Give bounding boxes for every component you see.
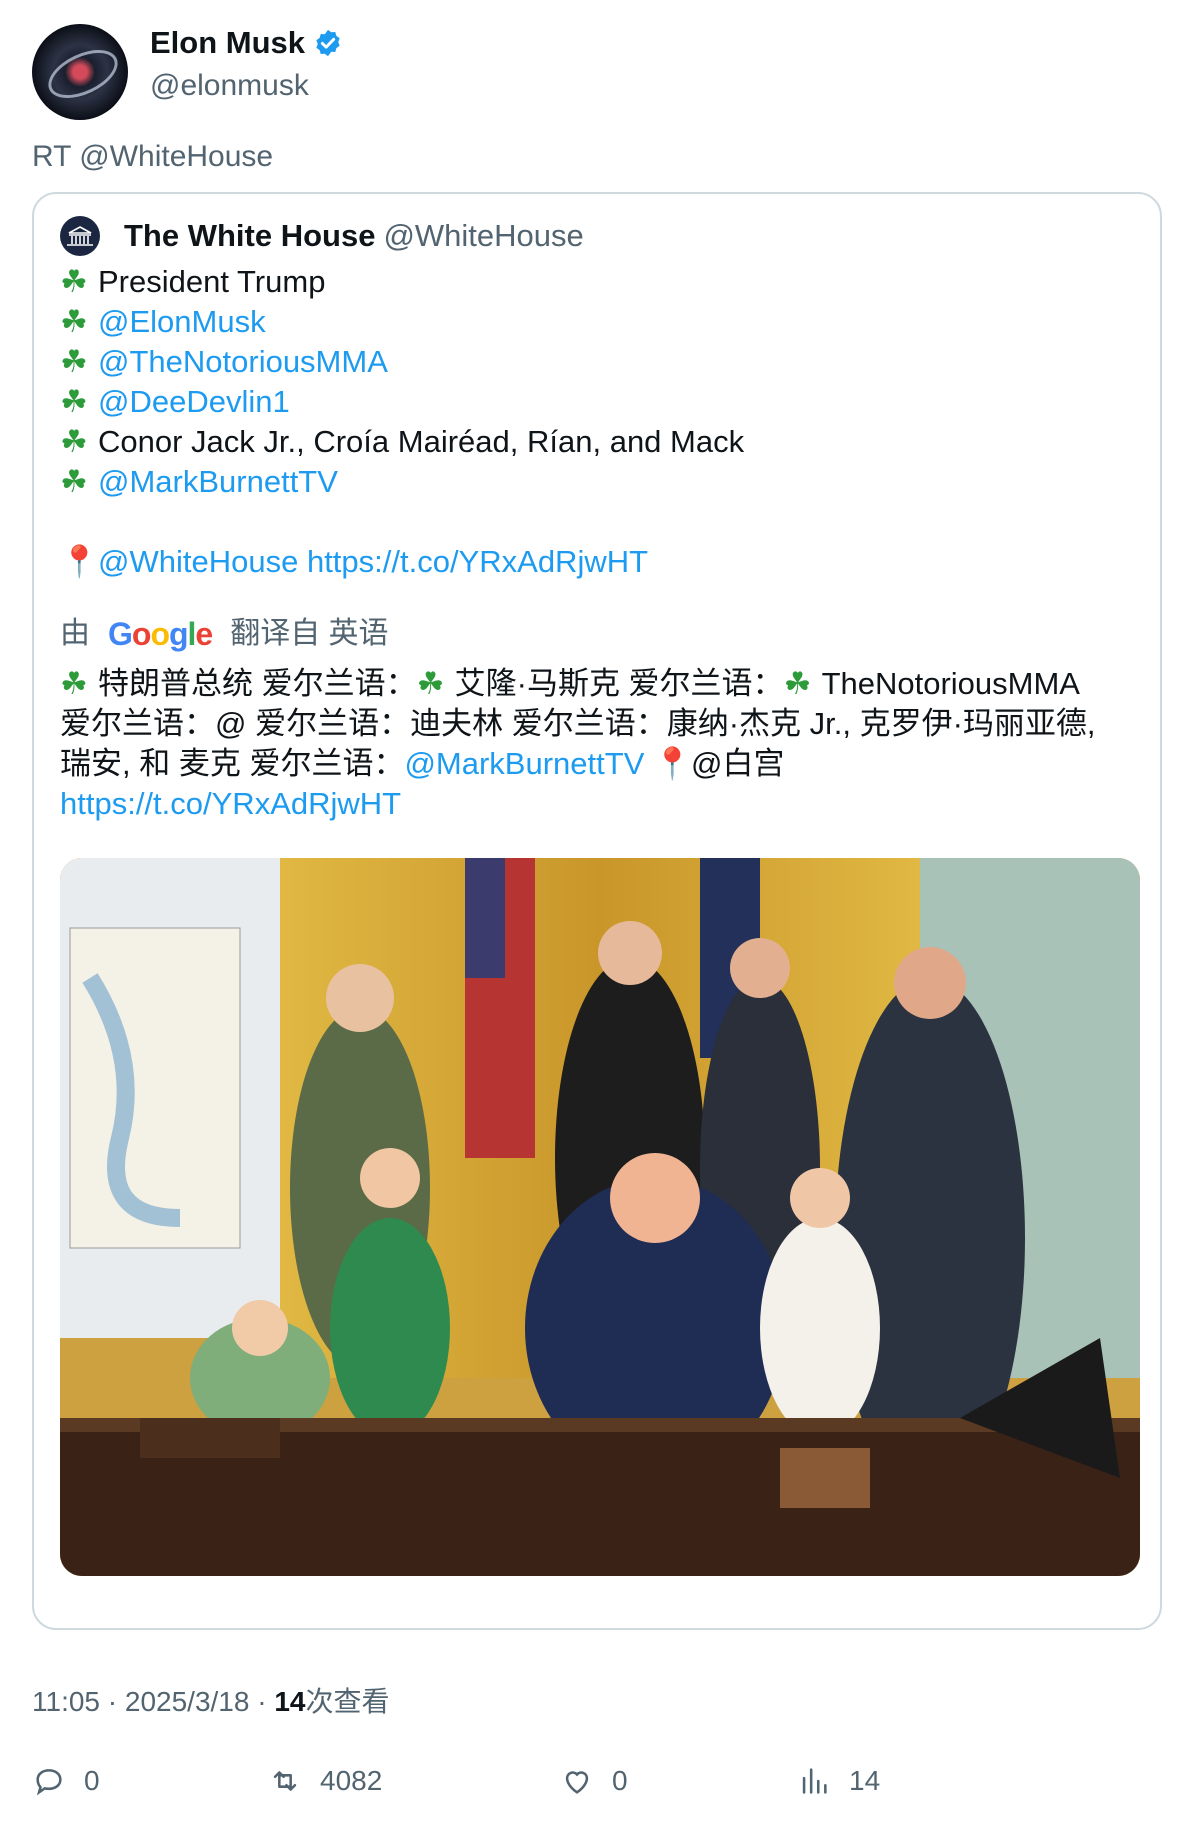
- author-names: Elon Musk @elonmusk: [150, 24, 343, 106]
- clover-icon: ☘: [60, 264, 88, 299]
- verified-badge-icon: [316, 29, 340, 57]
- tweet-header: Elon Musk @elonmusk: [32, 24, 343, 120]
- translated-segment: 瑞安, 和 麦克 爱尔兰语：: [60, 746, 405, 781]
- photo-illustration: [60, 858, 1140, 1576]
- translation-attribution: 由 Google 翻译自 英语: [60, 614, 1140, 654]
- retweet-icon: [273, 1771, 297, 1791]
- quoted-line: ☘ @DeeDevlin1: [60, 382, 1140, 422]
- reply-count: 0: [84, 1765, 100, 1796]
- like-count: 0: [612, 1765, 628, 1796]
- author-name-row: Elon Musk: [150, 24, 343, 62]
- views-count: 14: [274, 1686, 306, 1717]
- google-logo: Google: [108, 616, 213, 652]
- clover-icon: ☘: [60, 666, 88, 701]
- reply-icon: [36, 1769, 62, 1796]
- pin-icon: 📍: [653, 746, 692, 781]
- mention-link[interactable]: @MarkBurnettTV: [404, 746, 644, 781]
- mention-link[interactable]: @TheNotoriousMMA: [98, 344, 388, 379]
- translated-line: https://t.co/YRxAdRjwHT: [60, 784, 1140, 824]
- clover-icon: ☘: [60, 464, 88, 499]
- location-line: 📍@WhiteHouse https://t.co/YRxAdRjwHT: [60, 542, 1140, 582]
- translated-line: ☘ 特朗普总统 爱尔兰语：☘ 艾隆·马斯克 爱尔兰语：☘ TheNotoriousMM…: [60, 664, 1140, 704]
- quoted-author-name[interactable]: The White House: [124, 218, 375, 254]
- translated-segment: @白宫: [691, 746, 785, 781]
- retweet-count: 4082: [320, 1765, 383, 1796]
- clover-icon: ☘: [60, 384, 88, 419]
- reply-button[interactable]: 0: [32, 1764, 100, 1798]
- quoted-line: ☘ President Trump: [60, 262, 1140, 302]
- white-house-avatar[interactable]: [60, 216, 100, 256]
- author-handle[interactable]: @elonmusk: [150, 66, 343, 106]
- quoted-line-text: Conor Jack Jr., Croía Mairéad, Rían, and…: [98, 424, 745, 459]
- translated-text: ☘ 特朗普总统 爱尔兰语：☘ 艾隆·马斯克 爱尔兰语：☘ TheNotoriousMM…: [60, 664, 1140, 824]
- quoted-header: The White House @WhiteHouse: [60, 216, 584, 256]
- clover-icon: ☘: [60, 344, 88, 379]
- action-bar: 0 4082 0 14: [32, 1764, 1162, 1804]
- views-chart-icon: [802, 1768, 827, 1794]
- quoted-line: ☘ @MarkBurnettTV: [60, 462, 1140, 502]
- timestamp[interactable]: 11:05 · 2025/3/18 ·: [32, 1686, 274, 1717]
- white-house-building-icon: [67, 226, 93, 246]
- clover-icon: ☘: [60, 424, 88, 459]
- quoted-line-text: President Trump: [98, 264, 326, 299]
- mention-link[interactable]: @DeeDevlin1: [98, 384, 290, 419]
- clover-icon: ☘: [60, 304, 88, 339]
- mention-link[interactable]: @WhiteHouse: [98, 544, 298, 579]
- quoted-line: ☘ @TheNotoriousMMA: [60, 342, 1140, 382]
- mention-link[interactable]: @ElonMusk: [98, 304, 266, 339]
- translated-segment: 艾隆·马斯克 爱尔兰语：: [454, 666, 784, 701]
- author-avatar[interactable]: [32, 24, 128, 120]
- retweet-label: RT @WhiteHouse: [32, 140, 274, 173]
- views-action-count: 14: [849, 1765, 881, 1796]
- tweet-url-link[interactable]: https://t.co/YRxAdRjwHT: [60, 786, 401, 821]
- tweet-url-link[interactable]: https://t.co/YRxAdRjwHT: [307, 544, 648, 579]
- author-name[interactable]: Elon Musk: [150, 24, 305, 62]
- translated-segment: TheNotoriousMMA: [821, 666, 1080, 701]
- translated-segment: 特朗普总统 爱尔兰语：: [98, 666, 417, 701]
- translated-from-label[interactable]: 翻译自 英语: [230, 614, 388, 654]
- heart-icon: [565, 1771, 589, 1794]
- quoted-line: ☘ @ElonMusk: [60, 302, 1140, 342]
- mention-link[interactable]: @MarkBurnettTV: [98, 464, 338, 499]
- pin-icon: 📍: [60, 544, 99, 579]
- retweet-button[interactable]: 4082: [268, 1764, 382, 1798]
- quoted-line: ☘ Conor Jack Jr., Croía Mairéad, Rían, an…: [60, 422, 1140, 462]
- views-button[interactable]: 14: [797, 1764, 880, 1798]
- translated-by-prefix: 由: [60, 617, 90, 650]
- tweet-photo[interactable]: [60, 858, 1140, 1576]
- tweet-meta: 11:05 · 2025/3/18 · 14次查看: [32, 1680, 390, 1720]
- views-label: 次查看: [305, 1686, 390, 1717]
- clover-icon: ☘: [783, 666, 812, 701]
- quoted-author-handle[interactable]: @WhiteHouse: [383, 218, 583, 254]
- translated-segment: 爱尔兰语：@ 爱尔兰语：迪夫林 爱尔兰语：康纳·杰克 Jr., 克罗伊·玛丽亚德…: [60, 706, 1096, 741]
- clover-icon: ☘: [416, 666, 445, 701]
- translated-line: 瑞安, 和 麦克 爱尔兰语：@MarkBurnettTV 📍@白宫: [60, 744, 1140, 784]
- like-button[interactable]: 0: [560, 1764, 628, 1798]
- translated-line: 爱尔兰语：@ 爱尔兰语：迪夫林 爱尔兰语：康纳·杰克 Jr., 克罗伊·玛丽亚德…: [60, 704, 1140, 744]
- quoted-tweet-text: ☘ President Trump ☘ @ElonMusk ☘ @TheNotorio…: [60, 262, 1140, 824]
- quoted-tweet-card[interactable]: The White House @WhiteHouse ☘ President T…: [32, 192, 1162, 1630]
